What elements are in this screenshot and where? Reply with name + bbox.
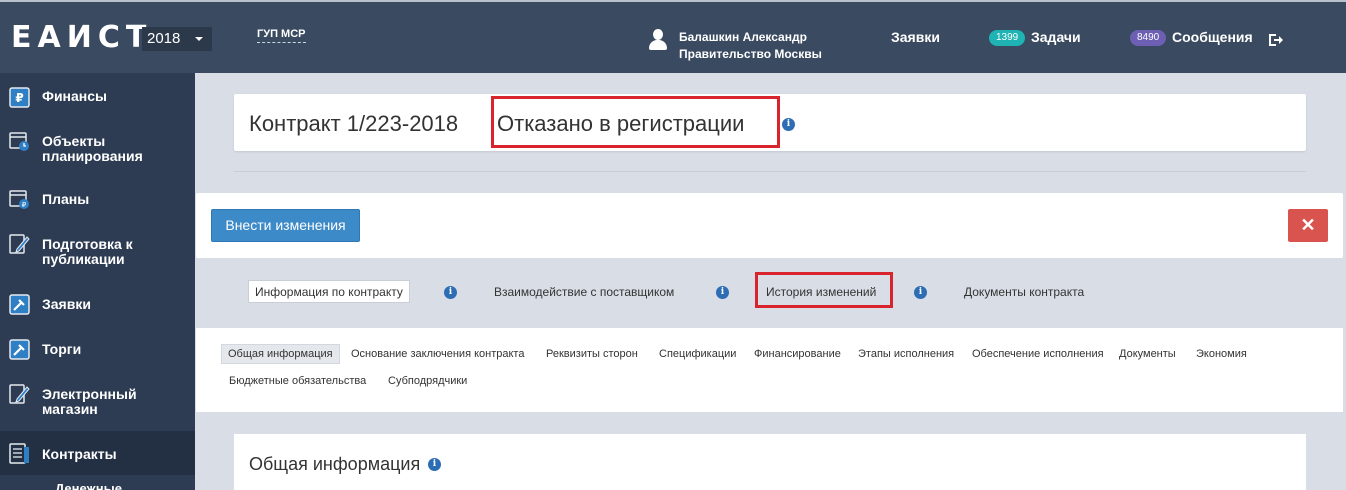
contract-document-icon — [9, 443, 29, 464]
messages-count-badge[interactable]: 8490 — [1130, 30, 1167, 46]
year-select[interactable]: 2018 — [142, 27, 212, 51]
ruble-icon: ₽ — [9, 87, 30, 108]
subtab-execution-stages[interactable]: Этапы исполнения — [858, 348, 954, 360]
close-icon: ✕ — [1300, 215, 1316, 235]
sidebar-item-requests[interactable]: Заявки — [0, 292, 195, 318]
sidebar-item-finance[interactable]: ₽ Финансы — [0, 84, 195, 110]
contract-title: Контракт 1/223-2018 — [249, 111, 459, 136]
logout-icon[interactable] — [1268, 33, 1284, 47]
sidebar-item-contracts[interactable]: Контракты — [0, 431, 195, 475]
info-icon[interactable]: i — [914, 286, 927, 299]
svg-text:₽: ₽ — [15, 91, 23, 105]
chevron-down-icon — [195, 37, 203, 41]
organization-link[interactable]: ГУП МСР — [257, 28, 306, 43]
gavel-icon — [9, 339, 30, 360]
svg-text:₽: ₽ — [22, 201, 27, 209]
highlight-box — [491, 96, 780, 148]
info-icon[interactable]: i — [428, 458, 441, 471]
subtab-documents[interactable]: Документы — [1119, 348, 1176, 360]
edit-document-icon — [9, 234, 30, 254]
subtab-subcontractors[interactable]: Субподрядчики — [388, 375, 467, 387]
sidebar-item-label: Подготовка к публикации — [42, 236, 133, 267]
app-logo[interactable]: ЕАИСТ — [11, 20, 152, 55]
sidebar-item-label: Планы — [42, 191, 90, 207]
sidebar-item-auctions[interactable]: Торги — [0, 337, 195, 363]
year-value: 2018 — [147, 30, 181, 47]
user-name: Балашкин Александр — [679, 30, 807, 44]
subtab-financing[interactable]: Финансирование — [754, 348, 841, 360]
user-info[interactable]: Балашкин Александр Правительство Москвы — [679, 29, 822, 63]
info-icon[interactable]: i — [716, 286, 729, 299]
subtab-basis[interactable]: Основание заключения контракта — [351, 348, 524, 360]
subtab-budget-obligations[interactable]: Бюджетные обязательства — [229, 375, 366, 387]
info-icon[interactable]: i — [444, 286, 457, 299]
action-bar: Внести изменения ✕ — [196, 193, 1343, 258]
sidebar-item-label: Контракты — [42, 446, 117, 462]
subtab-party-details[interactable]: Реквизиты сторон — [546, 348, 638, 360]
highlight-box — [755, 272, 893, 308]
tab-contract-documents[interactable]: Документы контракта — [964, 285, 1084, 299]
sidebar-item-label: Торги — [42, 341, 82, 357]
subtabs-panel — [196, 328, 1343, 412]
close-button[interactable]: ✕ — [1288, 209, 1328, 242]
tasks-count-badge[interactable]: 1399 — [989, 30, 1026, 46]
nav-tasks[interactable]: Задачи — [1031, 29, 1081, 45]
sidebar-subitem[interactable]: Денежные — [55, 481, 122, 490]
sidebar-item-e-shop[interactable]: Электронный магазин — [0, 382, 195, 422]
general-info-section: Общая информация — [234, 434, 1306, 490]
subtab-savings[interactable]: Экономия — [1196, 348, 1247, 360]
calendar-clock-icon — [9, 132, 29, 151]
edit-document-icon — [9, 384, 30, 404]
sidebar-item-label: Электронный магазин — [42, 386, 137, 417]
nav-messages[interactable]: Сообщения — [1172, 29, 1253, 45]
hammer-icon — [9, 294, 30, 315]
sidebar-item-planning-objects[interactable]: Объекты планирования — [0, 128, 195, 168]
info-icon[interactable]: i — [782, 118, 795, 131]
tab-supplier-interaction[interactable]: Взаимодействие с поставщиком — [494, 285, 674, 299]
section-title: Общая информация — [249, 454, 421, 474]
subtab-general-info[interactable]: Общая информация — [221, 344, 340, 364]
sidebar-item-label: Заявки — [42, 296, 91, 312]
top-bar: ЕАИСТ 2018 ГУП МСР Балашкин Александр Пр… — [0, 0, 1346, 73]
sidebar-item-label: Объекты планирования — [42, 133, 143, 164]
nav-requests[interactable]: Заявки — [891, 29, 940, 45]
user-organization: Правительство Москвы — [679, 47, 822, 61]
calendar-ruble-icon: ₽ — [9, 190, 29, 209]
make-changes-button[interactable]: Внести изменения — [211, 209, 360, 242]
subtab-specifications[interactable]: Спецификации — [659, 348, 736, 360]
subtab-execution-security[interactable]: Обеспечение исполнения — [972, 348, 1104, 360]
sidebar-item-plans[interactable]: ₽ Планы — [0, 186, 195, 212]
user-icon — [648, 29, 668, 51]
tab-contract-info[interactable]: Информация по контракту — [248, 280, 410, 303]
sidebar-item-publication-prep[interactable]: Подготовка к публикации — [0, 232, 195, 272]
divider — [234, 171, 1306, 172]
sidebar-item-label: Финансы — [42, 88, 107, 104]
